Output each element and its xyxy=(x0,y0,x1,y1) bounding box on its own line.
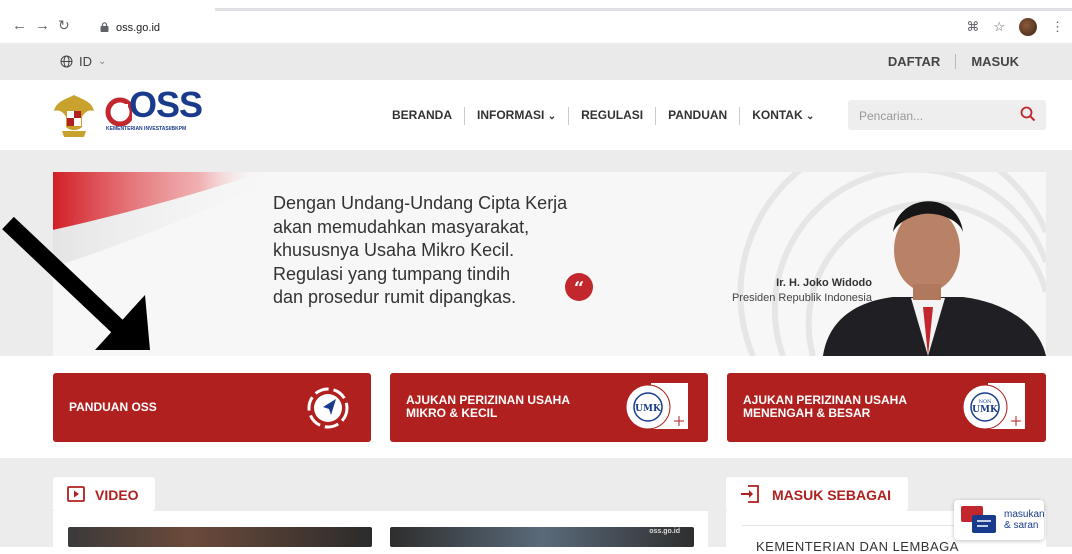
login-icon xyxy=(741,485,759,503)
quote-line: akan memudahkan masyarakat, xyxy=(273,216,530,237)
quote-line: Dengan Undang-Undang Cipta Kerja xyxy=(273,193,568,213)
quote-line: khususnya Usaha Mikro Kecil. xyxy=(273,240,515,260)
umk-badge-text: UMK xyxy=(635,404,662,414)
search-icon[interactable] xyxy=(1020,106,1036,122)
back-icon[interactable]: ← xyxy=(12,18,27,33)
oss-logo-text: OSS xyxy=(129,84,203,125)
profile-avatar[interactable] xyxy=(1019,18,1037,36)
menu-icon[interactable]: ⋮ xyxy=(1051,19,1064,35)
non-umk-license-card[interactable]: AJUKAN PERIZINAN USAHA MENENGAH & BESAR … xyxy=(727,373,1046,442)
umk-badge-icon: UMK xyxy=(626,383,688,430)
video-tab[interactable]: VIDEO xyxy=(53,477,155,511)
chevron-down-icon: ⌄ xyxy=(547,111,557,122)
masuk-sebagai-label: MASUK SEBAGAI xyxy=(772,487,892,503)
nav-kontak[interactable]: KONTAK ⌄ xyxy=(739,107,826,125)
hero-quote: Dengan Undang-Undang Cipta Kerja akan me… xyxy=(273,192,567,310)
action-cards: PANDUAN OSS AJUKAN PERIZINAN USAHA MIKRO… xyxy=(53,373,1046,443)
address-bar[interactable]: oss.go.id xyxy=(100,18,800,38)
language-code: ID xyxy=(79,54,92,69)
thumbnail-watermark: oss.go.id xyxy=(649,528,680,535)
url-text: oss.go.id xyxy=(116,22,161,34)
oss-logo-subtitle: KEMENTERIAN INVESTASI/BKPM xyxy=(106,126,187,132)
masuk-link[interactable]: MASUK xyxy=(955,54,1034,69)
video-thumbnail[interactable]: oss.go.id xyxy=(390,527,694,547)
reload-icon[interactable]: ↻ xyxy=(58,18,70,33)
chevron-down-icon: ⌄ xyxy=(98,56,107,67)
nav-beranda[interactable]: BERANDA xyxy=(380,107,464,125)
card-title: AJUKAN PERIZINAN USAHA MENENGAH & BESAR xyxy=(743,394,907,420)
card-title-line: AJUKAN PERIZINAN USAHA xyxy=(406,393,571,407)
star-icon[interactable]: ☆ xyxy=(993,19,1005,35)
translate-icon[interactable]: ⌘ xyxy=(966,19,979,35)
search-placeholder: Pencarian... xyxy=(859,109,924,123)
quote-icon: “ xyxy=(565,273,593,301)
video-thumbnail[interactable] xyxy=(68,527,372,547)
panduan-oss-card[interactable]: PANDUAN OSS xyxy=(53,373,371,442)
language-selector[interactable]: ID ⌄ xyxy=(60,54,106,69)
annotation-arrow-icon xyxy=(2,216,150,350)
president-name: Ir. H. Joko Widodo xyxy=(776,277,872,289)
globe-icon xyxy=(60,55,73,68)
non-umk-badge-icon: NON UMK xyxy=(963,383,1025,430)
compass-icon xyxy=(307,387,349,429)
card-title-line: MIKRO & KECIL xyxy=(406,406,498,420)
chevron-down-icon: ⌄ xyxy=(805,111,815,122)
chat-icon xyxy=(961,506,996,533)
nav-panduan[interactable]: PANDUAN xyxy=(655,107,739,125)
play-icon xyxy=(67,486,85,502)
lock-icon xyxy=(100,22,109,32)
video-tab-label: VIDEO xyxy=(95,487,139,503)
tab-strip xyxy=(215,8,1072,11)
nav-informasi[interactable]: INFORMASI ⌄ xyxy=(464,107,568,125)
card-title: AJUKAN PERIZINAN USAHA MIKRO & KECIL xyxy=(406,394,570,420)
feedback-label: & saran xyxy=(1004,520,1039,531)
quote-line: dan prosedur rumit dipangkas. xyxy=(273,287,517,307)
card-title-line: MENENGAH & BESAR xyxy=(743,406,871,420)
feedback-button[interactable]: masukan & saran xyxy=(954,500,1045,540)
card-title: PANDUAN OSS xyxy=(69,400,157,414)
nav-regulasi[interactable]: REGULASI xyxy=(568,107,655,125)
garuda-emblem[interactable] xyxy=(52,91,96,139)
masuk-sebagai-tab[interactable]: MASUK SEBAGAI xyxy=(726,477,908,511)
president-title: Presiden Republik Indonesia xyxy=(731,292,872,304)
main-navigation: BERANDA INFORMASI ⌄ REGULASI PANDUAN KON… xyxy=(380,107,826,125)
nav-informasi-label: INFORMASI xyxy=(477,108,545,122)
quote-line: Regulasi yang tumpang tindih xyxy=(273,263,511,284)
umk-license-card[interactable]: AJUKAN PERIZINAN USAHA MIKRO & KECIL UMK xyxy=(390,373,708,442)
forward-icon[interactable]: → xyxy=(35,18,50,33)
browser-toolbar: ← → ↻ oss.go.id ⌘ ☆ ⋮ xyxy=(0,0,1072,43)
utility-bar: ID ⌄ DAFTAR MASUK xyxy=(0,43,1072,80)
umk-badge-text: UMK xyxy=(972,405,999,415)
nav-kontak-label: KONTAK xyxy=(752,108,803,122)
site-header: OSS KEMENTERIAN INVESTASI/BKPM BERANDA I… xyxy=(0,80,1072,150)
search-input[interactable]: Pencarian... xyxy=(848,100,1046,130)
card-title-line: AJUKAN PERIZINAN USAHA xyxy=(743,393,908,407)
daftar-link[interactable]: DAFTAR xyxy=(873,54,955,69)
feedback-label: masukan xyxy=(1004,509,1045,520)
